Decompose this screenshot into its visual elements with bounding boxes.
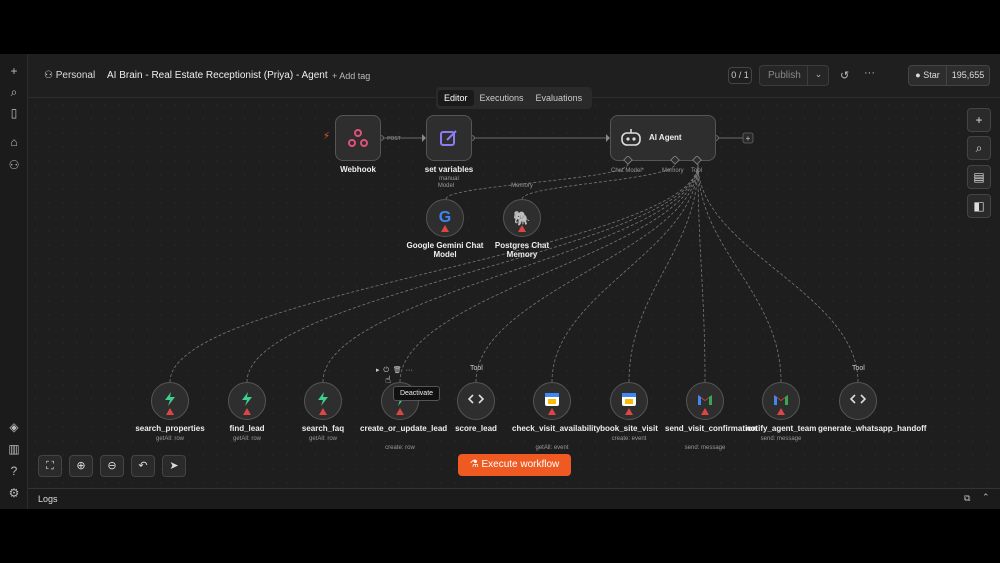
tool-node-label: book_site_visit [600,424,658,433]
warning-icon [166,408,174,415]
undo-button[interactable]: ↶ [131,455,155,477]
plus-icon: + [746,134,751,143]
warning-icon [548,408,556,415]
code-icon [849,391,867,412]
port-tool-label: Tool [691,168,703,174]
tool-node-sub: send: message [684,445,726,451]
warning-icon [625,408,633,415]
tool-node-sub: getAll: row [308,436,337,442]
search-nodes-button[interactable]: ⌕ [967,136,991,160]
code-icon [467,391,485,412]
memory-port-label: Memory [511,183,533,189]
trigger-bolt-icon: ⚡ [323,131,331,142]
deactivate-tooltip: Deactivate [393,386,440,401]
zoom-in-button[interactable]: ⊕ [69,455,93,477]
tool-connection[interactable] [246,163,699,383]
ai-agent-label: AI Agent [649,133,682,142]
power-icon[interactable]: ⏻ [383,367,389,374]
tool-node-label: send_visit_confirmation [665,424,758,433]
flask-icon: ⚗ [469,459,479,470]
tool-tag: Tool [852,365,865,372]
tool-connection[interactable] [399,163,699,383]
popout-icon[interactable]: ⧉ [964,493,970,504]
set-variables-sub: manual [439,176,459,182]
view-tabs: Editor Executions Evaluations [436,87,592,109]
tool-connection[interactable] [169,163,699,383]
agent-ports [623,156,702,165]
tab-evaluations[interactable]: Evaluations [530,90,589,106]
warning-icon [441,225,449,232]
tool-node-label: notify_agent_team [745,424,817,433]
webhook-node[interactable] [335,115,381,161]
tool-node-sub: getAll: row [232,436,261,442]
add-node-button[interactable]: + [967,108,991,132]
gemini-label: Google Gemini Chat Model [406,241,484,259]
tool-connection[interactable] [475,163,699,383]
tool-connection[interactable] [697,163,782,383]
toggle-panel-button[interactable]: ◧ [967,194,991,218]
set-variables-node[interactable] [426,115,472,161]
tool-node-sub: create: event [611,436,647,442]
tool-connection[interactable] [697,163,859,383]
cursor-icon: ☝ [385,375,392,386]
warning-icon [243,408,251,415]
help-icon[interactable]: ? [7,464,21,478]
port-diamond[interactable] [692,156,702,165]
robot-icon [621,129,641,146]
webhook-label: Webhook [340,165,376,174]
tool-node-score-lead[interactable] [457,382,495,420]
port-memory-label: Memory [662,168,684,174]
warning-icon [701,408,709,415]
execute-label: Execute workflow [481,459,560,470]
set-variables-label: set variables [424,165,474,174]
warning-icon [777,408,785,415]
logs-panel[interactable]: Logs ⧉ ⌃ [28,488,1000,509]
tool-connection[interactable] [697,163,706,383]
sticky-note-button[interactable]: ▤ [967,165,991,189]
tool-node-label: create_or_update_lead [360,424,448,433]
trash-icon[interactable]: 🗑 [393,367,402,374]
tool-node-label: check_visit_availability [512,424,601,433]
tool-node-label: generate_whatsapp_handoff [818,424,927,433]
zoom-out-button[interactable]: ⊖ [100,455,124,477]
edit-icon [440,130,457,146]
postgres-label: Postgres Chat Memory [494,241,550,259]
tool-node-sub: create: row [385,445,415,451]
post-label: POST [387,136,401,142]
warning-icon [518,225,526,232]
tool-node-label: search_faq [301,424,345,433]
webhook-icon [348,129,368,147]
postgres-icon: 🐘 [513,209,531,226]
pointer-button[interactable]: ➤ [162,455,186,477]
tool-connection[interactable] [628,163,699,383]
port-diamond[interactable] [623,156,633,165]
tool-node-label: search_properties [135,424,205,433]
tool-node-generate-whatsapp-handoff[interactable] [839,382,877,420]
tab-editor[interactable]: Editor [438,90,474,106]
ai-agent-node[interactable]: AI Agent [610,115,716,161]
more-icon[interactable]: ··· [406,367,413,374]
warning-icon [396,408,404,415]
model-port-label: Model [437,183,455,189]
tool-node-label: score_lead [455,424,497,433]
fit-view-button[interactable]: ⛶ [38,455,62,477]
tool-node-sub: getAll: event [535,445,569,451]
port-diamond[interactable] [670,156,680,165]
warning-icon [319,408,327,415]
tab-executions[interactable]: Executions [474,90,530,106]
tool-node-sub: send: message [760,436,802,442]
logs-label: Logs [38,494,58,504]
node-toolbar: ▸ ⏻ 🗑 ··· [376,366,413,375]
tool-tag: Tool [470,365,483,372]
tool-connection[interactable] [322,163,699,383]
chevron-up-icon[interactable]: ⌃ [982,492,990,503]
play-icon[interactable]: ▸ [376,367,380,374]
tool-node-sub: getAll: row [155,436,184,442]
settings-icon[interactable]: ⚙ [7,486,21,500]
execute-workflow-button[interactable]: ⚗ Execute workflow [458,454,571,476]
port-chat-model-label: Chat Model* [611,168,645,174]
tool-node-label: find_lead [229,424,265,433]
